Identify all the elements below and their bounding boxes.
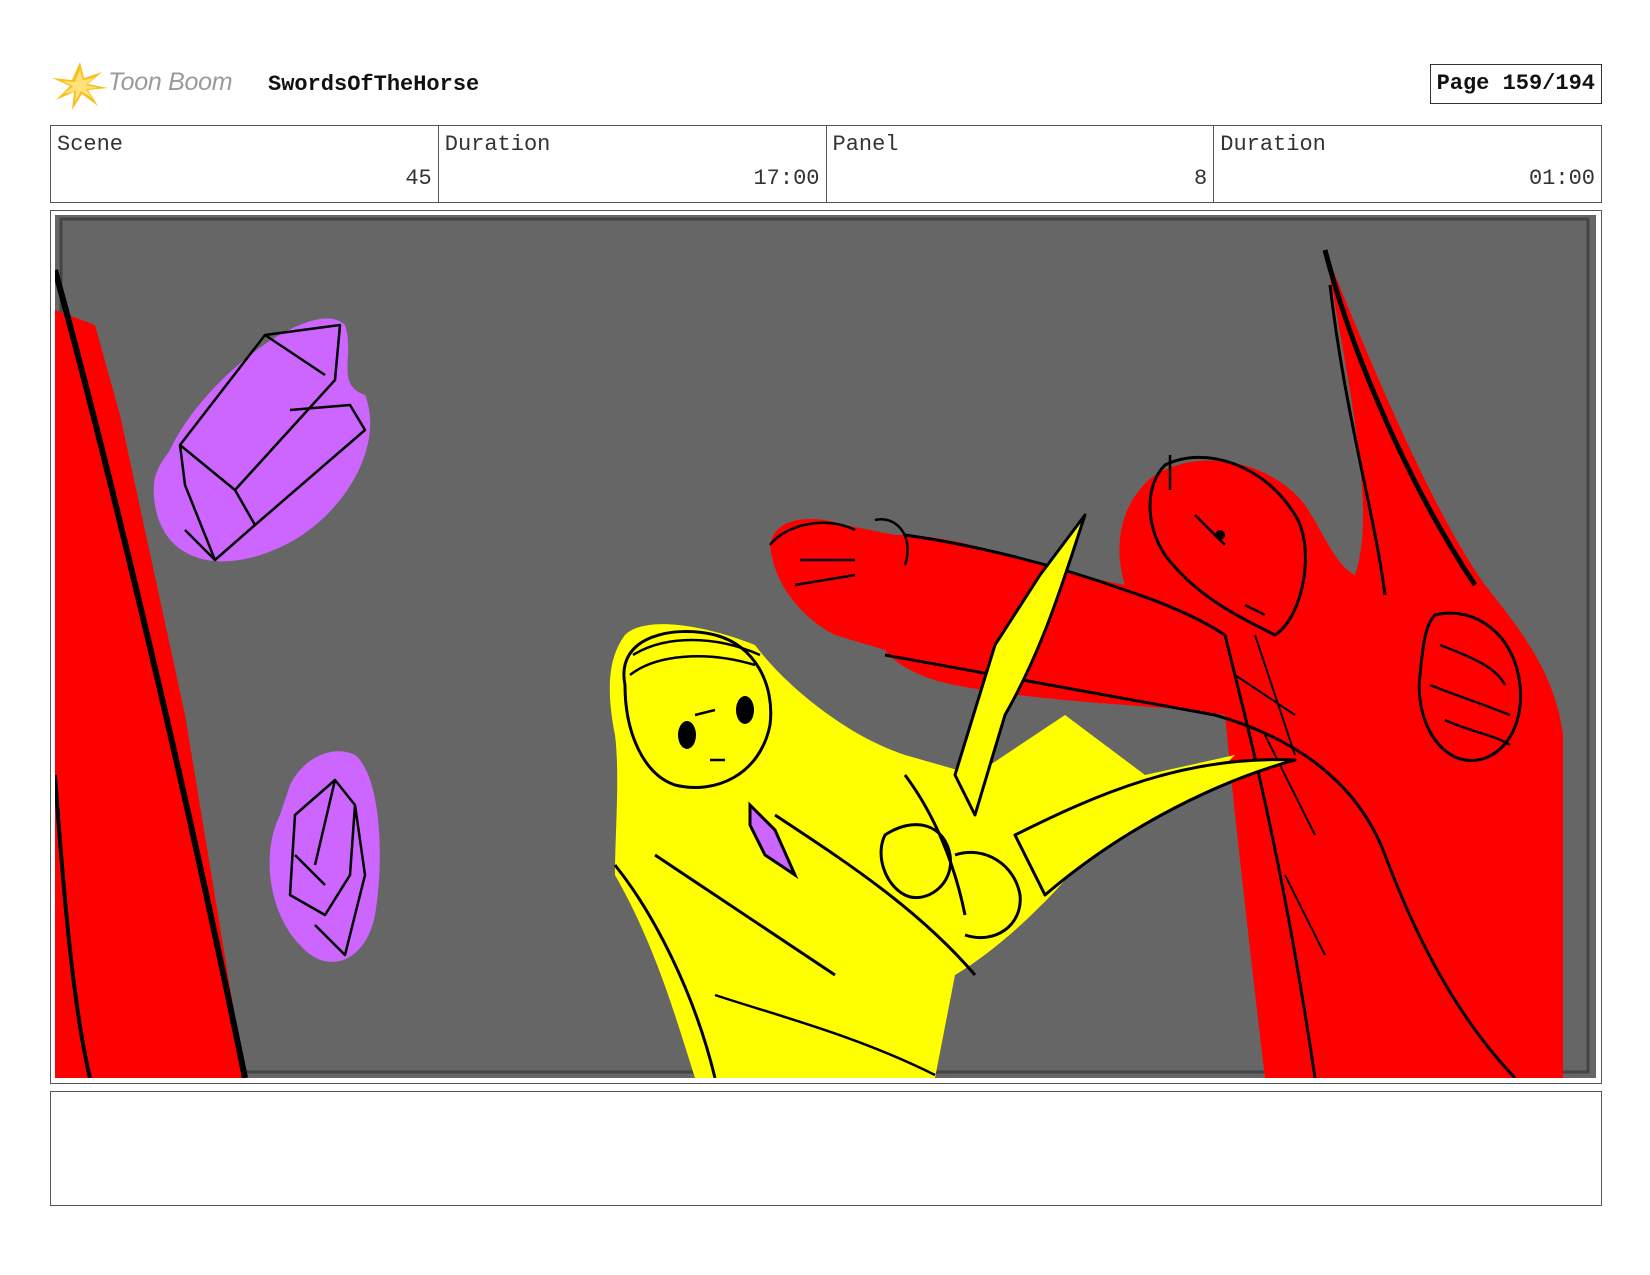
scene-duration-value: 17:00: [753, 166, 820, 191]
storyboard-panel: [50, 210, 1602, 1084]
panel-cell: Panel 8: [827, 126, 1215, 202]
logo-text: Toon Boom: [108, 68, 233, 96]
scene-duration-cell: Duration 17:00: [439, 126, 827, 202]
panel-sketch: [55, 215, 1596, 1078]
scene-cell: Scene 45: [51, 126, 439, 202]
panel-duration-label: Duration: [1220, 132, 1326, 157]
page-number: Page 159/194: [1429, 64, 1602, 104]
panel-label: Panel: [832, 132, 899, 157]
scene-label: Scene: [57, 132, 124, 157]
starburst-logo-icon: [52, 62, 108, 110]
scene-duration-label: Duration: [444, 132, 551, 157]
panel-artwork: [55, 215, 1596, 1078]
scene-info-table: Scene 45 Duration 17:00 Panel 8 Duration…: [50, 125, 1602, 203]
scene-value: 45: [405, 166, 432, 191]
toon-boom-logo: Toon Boom: [50, 56, 250, 114]
page-header: Toon Boom SwordsOfTheHorse Page 159/194: [50, 56, 1602, 114]
panel-value: 8: [1194, 166, 1208, 191]
panel-notes: [50, 1091, 1602, 1206]
panel-duration-cell: Duration 01:00: [1214, 126, 1601, 202]
panel-duration-value: 01:00: [1528, 166, 1595, 191]
project-title: SwordsOfTheHorse: [268, 72, 480, 97]
